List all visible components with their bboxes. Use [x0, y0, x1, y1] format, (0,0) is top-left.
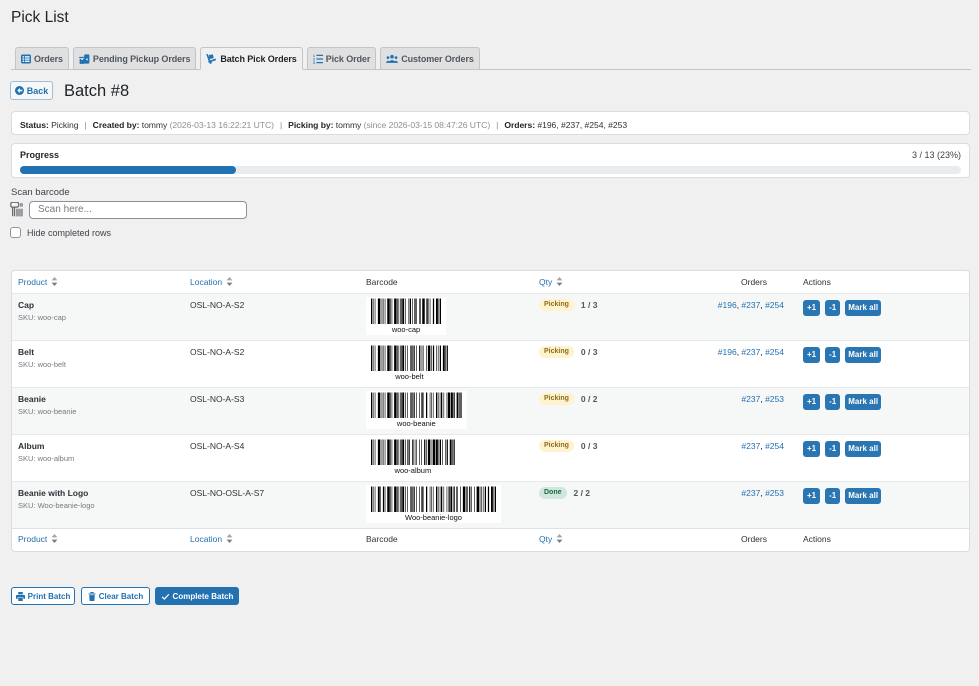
- svg-text:woo-beanie: woo-beanie: [396, 419, 436, 428]
- svg-text:woo-album: woo-album: [394, 466, 432, 475]
- svg-text:3: 3: [313, 61, 315, 64]
- svg-text:Woo-beanie-logo: Woo-beanie-logo: [405, 513, 462, 522]
- svg-text:woo-cap: woo-cap: [391, 325, 420, 334]
- svg-text:woo-belt: woo-belt: [394, 372, 424, 381]
